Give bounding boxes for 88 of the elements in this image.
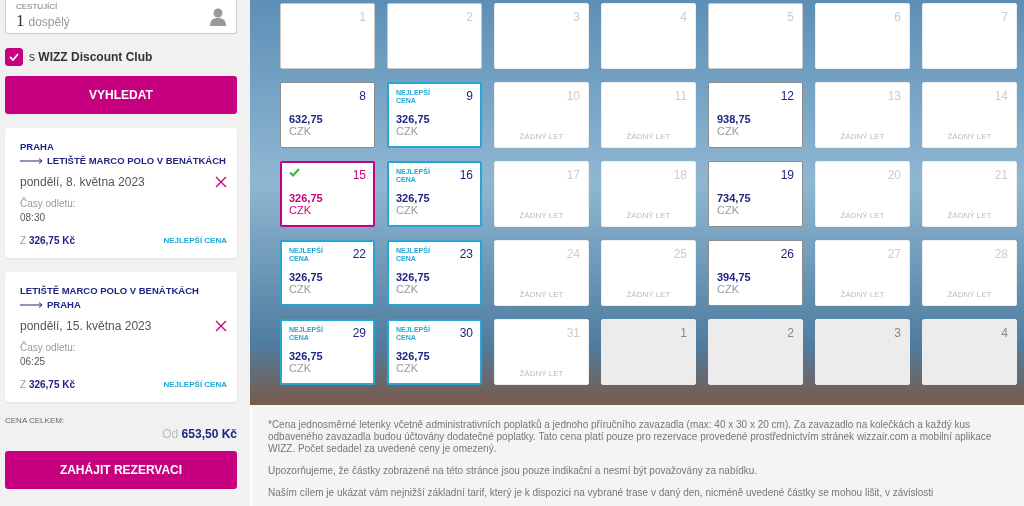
book-button[interactable]: ZAHÁJIT REZERVACI — [5, 451, 237, 489]
passenger-type: dospělý — [28, 15, 70, 29]
day-number: 16 — [459, 168, 473, 182]
origin-label: LETIŠTĚ MARCO POLO V BENÁTKÁCH — [20, 284, 200, 298]
search-button[interactable]: VYHLEDAT — [5, 76, 237, 114]
calendar-day[interactable]: 12 938,75 CZK — [708, 82, 803, 148]
fare-price: 326,75 — [289, 271, 324, 283]
arrow-icon — [20, 302, 44, 308]
no-flight-label: ŽÁDNÝ LET — [946, 132, 993, 141]
departure-times-label: Časy odletu: — [20, 198, 77, 209]
person-icon — [210, 7, 226, 26]
currency-label: CZK — [289, 204, 312, 216]
day-number: 12 — [780, 89, 794, 103]
day-number: 4 — [1001, 326, 1008, 340]
day-number: 8 — [359, 89, 366, 103]
fare-price: 326,75 — [396, 271, 431, 283]
fare-price: 394,75 — [717, 271, 752, 283]
fare-price: 326,75 — [396, 113, 431, 125]
no-flight-label: ŽÁDNÝ LET — [839, 211, 886, 220]
day-number: 15 — [352, 168, 366, 182]
check-icon — [289, 168, 300, 177]
departure-time: 08:30 — [20, 212, 47, 223]
day-number: 9 — [466, 89, 473, 103]
flight-price: Z 326,75 Kč — [20, 235, 76, 246]
fare-price: 326,75 — [289, 192, 324, 204]
day-number: 22 — [352, 247, 366, 261]
arrow-icon — [20, 158, 44, 164]
day-number: 29 — [352, 326, 366, 340]
day-number: 3 — [894, 326, 901, 340]
disclaimer-text: *Cena jednosměrné letenky včetně administrativních poplatků a jednoho příručního zavazadla (max: 40 x 30 x 20 cm). Za zavazadlo na kolečkách a každý kus odbaveného zavazadla budou účtovány dodatečné poplatky. Tato cena platí pouze pro rezervace provedené prostřednictvím stránek wizzair.com a mobilní aplikace WIZZ. Počet sedadel za uvedené ceny je omezený. — [268, 419, 993, 455]
day-number: 1 — [680, 326, 687, 340]
flight-price: Z 326,75 Kč — [20, 379, 76, 390]
flight-date: pondělí, 15. května 2023 — [20, 319, 152, 333]
day-number: 30 — [459, 326, 473, 340]
currency-label: CZK — [717, 204, 740, 216]
day-number: 26 — [780, 247, 794, 261]
no-flight-label: ŽÁDNÝ LET — [518, 290, 565, 299]
disclaimer-text: Upozorňujeme, že částky zobrazené na této stránce jsou pouze indikační a nesmí být považovány za nabídku. — [268, 465, 759, 477]
fare-price: 938,75 — [717, 113, 752, 125]
currency-label: CZK — [396, 362, 419, 374]
passengers-field[interactable]: CESTUJÍCÍ 1 dospělý — [5, 0, 237, 34]
field-label: CESTUJÍCÍ — [16, 2, 59, 11]
destination-label: PRAHA — [47, 298, 81, 312]
close-icon[interactable] — [215, 176, 227, 188]
calendar-day[interactable]: 26 394,75 CZK — [708, 240, 803, 306]
day-number: 19 — [780, 168, 794, 182]
discount-club-label: s WIZZ Discount Club — [29, 50, 153, 64]
no-flight-label: ŽÁDNÝ LET — [518, 211, 565, 220]
day-number: 23 — [459, 247, 473, 261]
calendar-day[interactable]: 19 734,75 CZK — [708, 161, 803, 227]
checkbox[interactable] — [5, 48, 23, 66]
no-flight-label: ŽÁDNÝ LET — [518, 369, 565, 378]
fare-price: 326,75 — [289, 350, 324, 362]
no-flight-label: ŽÁDNÝ LET — [839, 132, 886, 141]
check-icon — [9, 53, 19, 61]
currency-label: CZK — [289, 125, 312, 137]
calendar-day[interactable]: 15 326,75 CZK — [280, 161, 375, 227]
currency-label: CZK — [396, 204, 419, 216]
best-price-label: NEJLEPŠÍ CENA — [163, 380, 227, 389]
no-flight-label: ŽÁDNÝ LET — [946, 290, 993, 299]
no-flight-label: ŽÁDNÝ LET — [625, 290, 672, 299]
calendar-day[interactable]: 8 632,75 CZK — [280, 82, 375, 148]
fare-price: 326,75 — [396, 192, 431, 204]
best-price-label: NEJLEPŠÍ CENA — [163, 236, 227, 245]
flight-date: pondělí, 8. května 2023 — [20, 175, 145, 189]
no-flight-label: ŽÁDNÝ LET — [839, 290, 886, 299]
currency-label: CZK — [717, 283, 740, 295]
no-flight-label: ŽÁDNÝ LET — [946, 211, 993, 220]
departure-times-label: Časy odletu: — [20, 342, 77, 353]
destination-label: LETIŠTĚ MARCO POLO V BENÁTKÁCH — [47, 154, 226, 168]
currency-label: CZK — [289, 283, 312, 295]
passenger-count: 1 — [16, 11, 25, 31]
currency-label: CZK — [289, 362, 312, 374]
currency-label: CZK — [396, 283, 419, 295]
fare-price: 326,75 — [396, 350, 431, 362]
no-flight-label: ŽÁDNÝ LET — [518, 132, 565, 141]
disclaimer-text: Naším cílem je ukázat vám nejnižší základní tarif, který je k dispozici na vybrané trase v daný den, nicméně uvedené částky se mohou lišit, v závislosti — [268, 487, 935, 499]
currency-label: CZK — [717, 125, 740, 137]
no-flight-label: ŽÁDNÝ LET — [625, 211, 672, 220]
no-flight-label: ŽÁDNÝ LET — [625, 132, 672, 141]
day-number: 2 — [787, 326, 794, 340]
origin-label: PRAHA — [20, 140, 55, 154]
currency-label: CZK — [396, 125, 419, 137]
fare-price: 632,75 — [289, 113, 324, 125]
fare-price: 734,75 — [717, 192, 752, 204]
departure-time: 06:25 — [20, 356, 47, 367]
total-label: CENA CELKEM: — [5, 416, 66, 425]
close-icon[interactable] — [215, 320, 227, 332]
